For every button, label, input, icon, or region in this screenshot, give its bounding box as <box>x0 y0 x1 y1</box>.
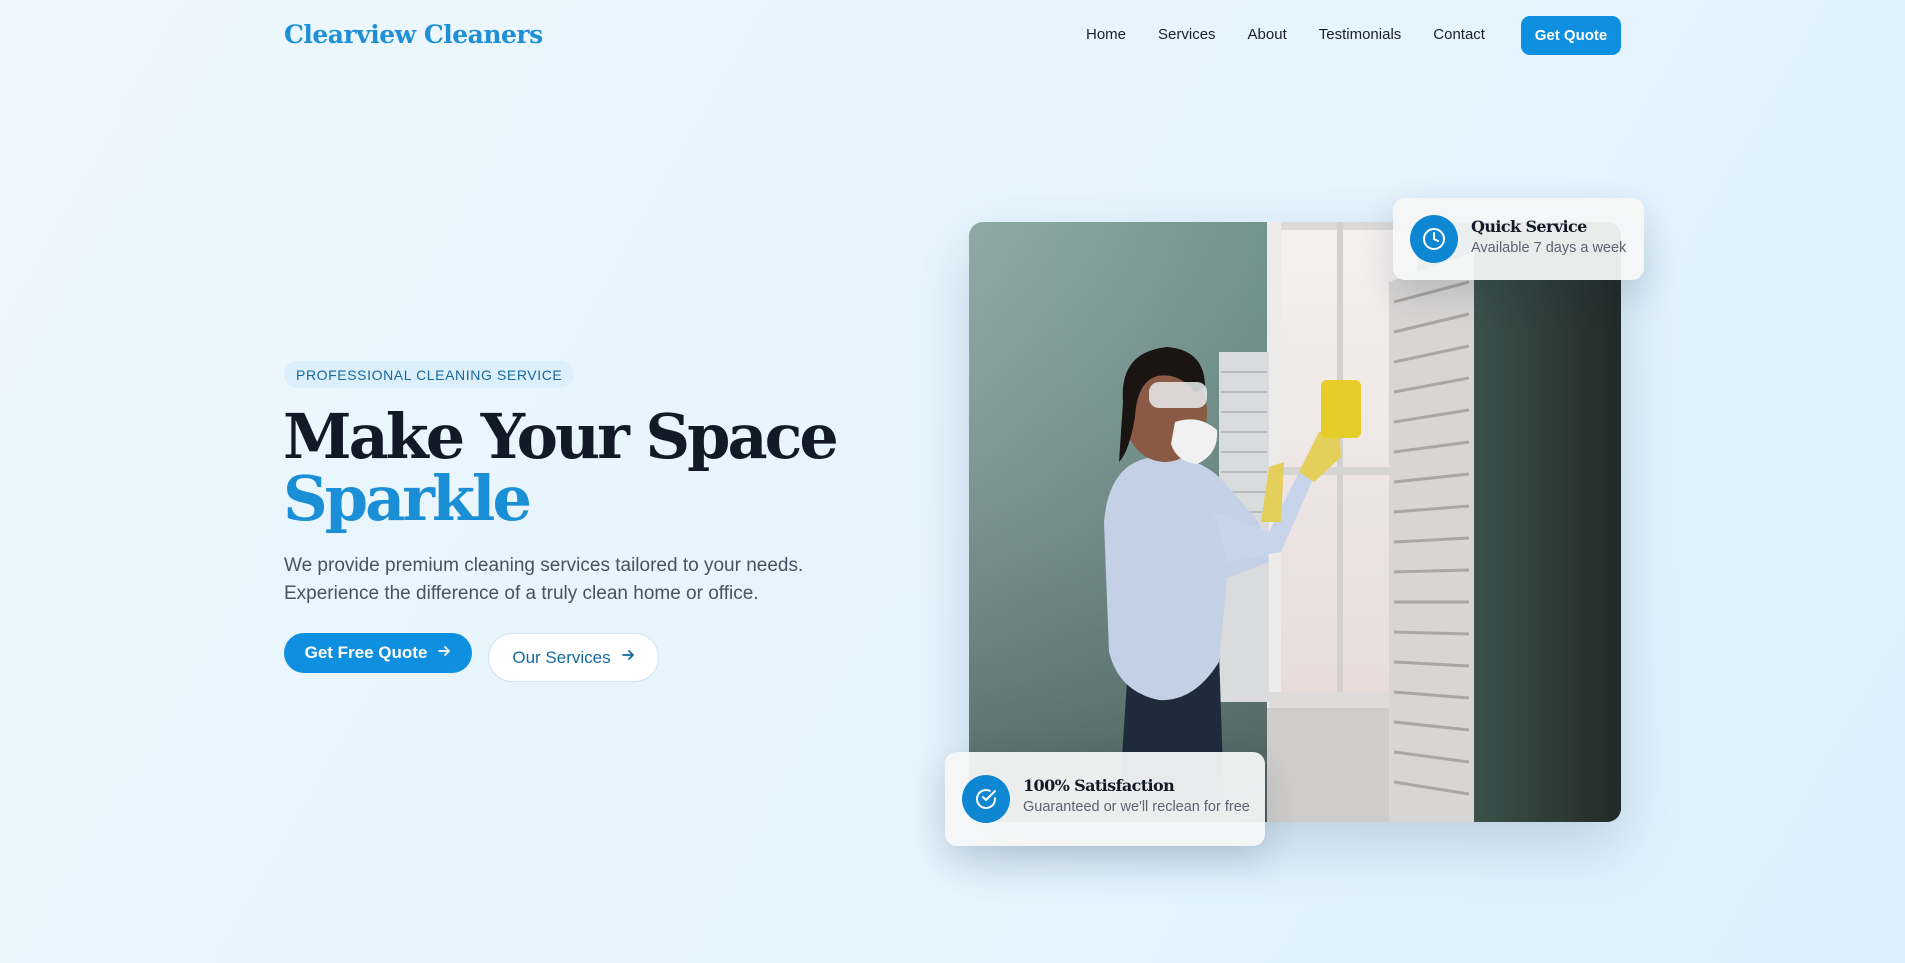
arrow-right-icon <box>621 648 635 667</box>
quick-service-text: Quick Service Available 7 days a week <box>1471 217 1626 258</box>
brand-logo[interactable]: Clearview Cleaners <box>284 20 543 49</box>
clock-icon <box>1410 215 1458 263</box>
get-free-quote-label: Get Free Quote <box>304 643 428 662</box>
hero-description: We provide premium cleaning services tai… <box>284 555 804 604</box>
our-services-button[interactable]: Our Services <box>488 633 659 682</box>
quick-service-card: Quick Service Available 7 days a week <box>1393 198 1644 280</box>
nav-link-services[interactable]: Services <box>1158 26 1216 43</box>
headline-accent: Sparkle <box>283 462 532 535</box>
nav-link-home[interactable]: Home <box>1086 26 1126 43</box>
main-nav: Home Services About Testimonials Contact <box>1086 26 1517 43</box>
get-quote-button[interactable]: Get Quote <box>1521 16 1621 55</box>
satisfaction-subtitle: Guaranteed or we'll reclean for free <box>1023 799 1250 815</box>
satisfaction-card: 100% Satisfaction Guaranteed or we'll re… <box>945 752 1265 846</box>
check-circle-icon <box>962 775 1010 823</box>
satisfaction-text: 100% Satisfaction Guaranteed or we'll re… <box>1023 776 1250 817</box>
quick-service-subtitle: Available 7 days a week <box>1471 240 1627 256</box>
hero-photo-cleaner-washing-window <box>969 222 1621 822</box>
hero-headline: Make Your Space Sparkle <box>283 406 883 530</box>
nav-link-contact[interactable]: Contact <box>1433 26 1485 43</box>
get-free-quote-button[interactable]: Get Free Quote <box>284 633 472 673</box>
site-header: Clearview Cleaners Home Services About T… <box>0 0 1905 72</box>
nav-link-testimonials[interactable]: Testimonials <box>1319 26 1402 43</box>
hero-badge: PROFESSIONAL CLEANING SERVICE <box>284 361 575 388</box>
satisfaction-title: 100% Satisfaction <box>1023 776 1175 795</box>
quick-service-title: Quick Service <box>1471 217 1587 236</box>
our-services-label: Our Services <box>512 647 611 667</box>
arrow-right-icon <box>437 644 451 663</box>
nav-link-about[interactable]: About <box>1248 26 1287 43</box>
